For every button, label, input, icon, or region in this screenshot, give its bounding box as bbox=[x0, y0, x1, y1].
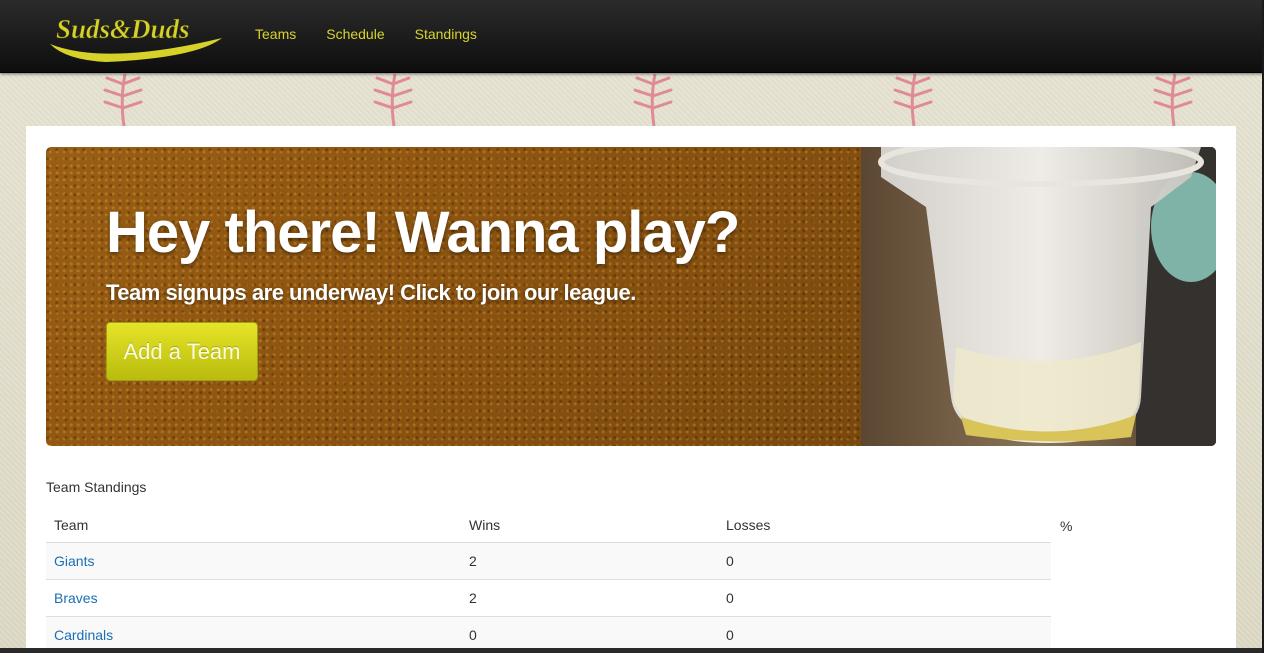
col-losses-header: Losses bbox=[726, 516, 771, 533]
main-content: Hey there! Wanna play? Team signups are … bbox=[26, 126, 1236, 653]
standings-table: Team Wins Losses Giants 2 0 Braves 2 0 C… bbox=[46, 507, 1051, 653]
wins-cell: 2 bbox=[461, 542, 718, 580]
team-cell: Braves bbox=[46, 579, 461, 617]
team-cell: Giants bbox=[46, 542, 461, 580]
hero-subtitle: Team signups are underway! Click to join… bbox=[106, 280, 636, 305]
team-link-braves[interactable]: Braves bbox=[54, 590, 98, 606]
stitch-decoration bbox=[373, 73, 413, 127]
nav-standings-link[interactable]: Standings bbox=[400, 0, 492, 72]
hero-banner: Hey there! Wanna play? Team signups are … bbox=[46, 147, 1216, 446]
nav-teams-link[interactable]: Teams bbox=[240, 0, 311, 72]
team-link-giants[interactable]: Giants bbox=[54, 553, 94, 569]
beer-cup-image bbox=[861, 147, 1216, 446]
nav-schedule-link[interactable]: Schedule bbox=[311, 0, 399, 72]
table-row: Braves 2 0 bbox=[46, 579, 1051, 617]
losses-cell: 0 bbox=[718, 579, 1051, 617]
svg-text:Suds&Duds: Suds&Duds bbox=[56, 14, 190, 44]
stitch-decoration bbox=[893, 73, 933, 127]
hero-title: Hey there! Wanna play? bbox=[106, 200, 740, 265]
standings-title: Team Standings bbox=[46, 479, 147, 495]
stitch-decoration bbox=[103, 73, 143, 127]
col-team-header: Team bbox=[54, 516, 89, 533]
brand-logo[interactable]: Suds&Duds bbox=[46, 8, 226, 64]
stitch-decoration bbox=[633, 73, 673, 127]
wins-cell: 2 bbox=[461, 579, 718, 617]
team-link-cardinals[interactable]: Cardinals bbox=[54, 627, 113, 643]
table-header-row: Team Wins Losses bbox=[46, 507, 1051, 543]
top-navbar: Suds&Duds Teams Schedule Standings bbox=[0, 0, 1264, 73]
footer-strip bbox=[0, 648, 1264, 653]
add-team-button[interactable]: Add a Team bbox=[106, 322, 258, 381]
main-nav: Teams Schedule Standings bbox=[240, 0, 492, 72]
losses-cell: 0 bbox=[718, 542, 1051, 580]
table-row: Giants 2 0 bbox=[46, 542, 1051, 580]
stitch-decoration bbox=[1153, 73, 1193, 127]
col-wins-header: Wins bbox=[469, 516, 501, 533]
col-percent-header: % bbox=[1060, 518, 1073, 534]
